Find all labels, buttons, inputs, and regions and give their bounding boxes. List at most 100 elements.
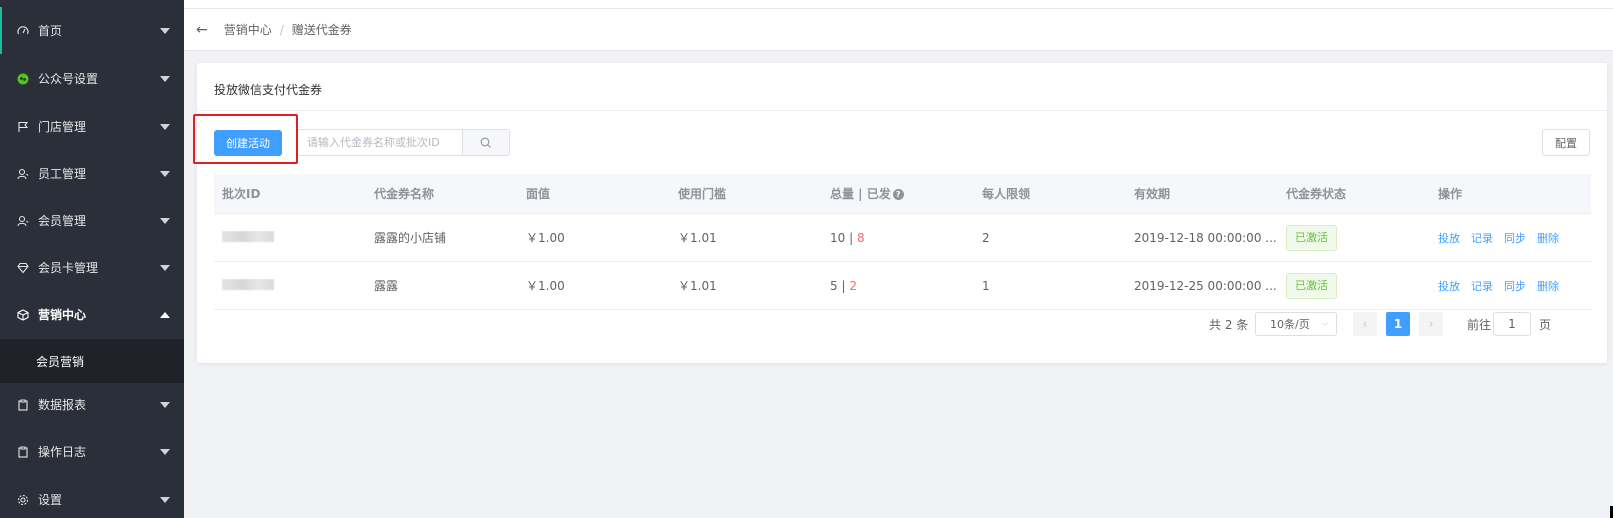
sidebar-item-label: 数据报表 [38, 398, 87, 412]
search-input[interactable] [298, 130, 462, 155]
sidebar-item-member-card-management[interactable]: 会员卡管理 [0, 244, 184, 291]
dashboard-icon [16, 24, 30, 38]
voucher-name: 露露 [374, 279, 399, 293]
user-icon [16, 214, 30, 228]
page-size-select[interactable]: 10条/页 ⌵ [1255, 312, 1337, 336]
deliver-link[interactable]: 投放 [1438, 280, 1460, 293]
clipboard-icon [16, 445, 30, 459]
sidebar-item-wechat-settings[interactable]: 公众号设置 [0, 55, 184, 102]
sync-link[interactable]: 同步 [1504, 280, 1526, 293]
batch-id-redacted [214, 278, 366, 293]
sidebar-item-member-management[interactable]: 会员管理 [0, 197, 184, 244]
user-icon [16, 167, 30, 181]
clipboard-icon [16, 398, 30, 412]
divider [197, 110, 1607, 111]
total-count: 10 [830, 230, 846, 245]
face-value: ￥1.00 [526, 231, 565, 245]
sidebar-item-store-management[interactable]: 门店管理 [0, 103, 184, 150]
sidebar-item-label: 会员管理 [38, 214, 87, 228]
breadcrumb-separator: / [279, 22, 284, 37]
search-button[interactable] [462, 130, 509, 155]
chevron-down-icon: ⌵ [1321, 319, 1328, 329]
record-link[interactable]: 记录 [1471, 232, 1493, 245]
header-per-person-limit: 每人限领 [982, 187, 1031, 201]
goto-page-input[interactable]: 1 [1493, 312, 1531, 336]
deliver-link[interactable]: 投放 [1438, 232, 1460, 245]
card-title: 投放微信支付代金券 [214, 83, 323, 97]
search-box [297, 129, 510, 156]
sync-link[interactable]: 同步 [1504, 232, 1526, 245]
goto-label: 前往 [1467, 318, 1492, 332]
chevron-down-icon [160, 170, 170, 177]
table-row: 露露 ￥1.00 ￥1.01 5 | 2 1 2019-12-25 00:00:… [214, 262, 1591, 310]
pagination-total: 共 2 条 [1209, 318, 1249, 332]
record-link[interactable]: 记录 [1471, 280, 1493, 293]
header-validity: 有效期 [1134, 187, 1171, 201]
page-number-current[interactable]: 1 [1386, 312, 1410, 336]
sidebar-item-label: 员工管理 [38, 167, 87, 181]
threshold: ￥1.01 [678, 231, 717, 245]
header-threshold: 使用门槛 [678, 187, 727, 201]
header-actions: 操作 [1438, 187, 1463, 201]
prev-page-button[interactable]: ‹ [1353, 312, 1377, 336]
diamond-icon [16, 261, 30, 275]
config-button[interactable]: 配置 [1542, 129, 1590, 156]
total-issued: 5 | 2 [822, 279, 974, 293]
validity-period: 2019-12-18 00:00:00 ... [1134, 230, 1277, 245]
total-issued-separator: | [837, 278, 850, 293]
page-size-value: 10条/页 [1270, 318, 1310, 331]
chevron-down-icon [160, 217, 170, 224]
chevron-up-icon [160, 311, 170, 318]
sidebar-item-operation-logs[interactable]: 操作日志 [0, 428, 184, 475]
chevron-down-icon [160, 264, 170, 271]
actions-cell: 投放 记录 同步 删除 [1430, 278, 1591, 294]
sidebar: 首页 公众号设置 门店管理 员工管理 会员管理 会员卡管理 营销中心 会员营销 … [0, 0, 184, 518]
sidebar-item-home[interactable]: 首页 [0, 7, 184, 54]
wechat-icon [16, 72, 30, 86]
pagination: 共 2 条 10条/页 ⌵ ‹ 1 › 前往 1 页 [197, 312, 1607, 336]
back-arrow-icon[interactable]: ← [196, 22, 208, 38]
batch-id-redacted [214, 230, 366, 245]
sidebar-item-data-reports[interactable]: 数据报表 [0, 381, 184, 428]
delete-link[interactable]: 删除 [1537, 280, 1559, 293]
breadcrumb-parent[interactable]: 营销中心 [224, 21, 272, 38]
breadcrumb-current: 赠送代金券 [291, 23, 352, 37]
chevron-down-icon [160, 496, 170, 503]
chevron-down-icon [160, 448, 170, 455]
flag-icon [16, 120, 30, 134]
validity-period: 2019-12-25 00:00:00 ... [1134, 278, 1277, 293]
table-row: 露露的小店铺 ￥1.00 ￥1.01 10 | 8 2 2019-12-18 0… [214, 214, 1591, 262]
chevron-down-icon [160, 75, 170, 82]
header-voucher-name: 代金券名称 [374, 187, 435, 201]
sidebar-subitem-member-marketing[interactable]: 会员营销 [0, 339, 184, 383]
sidebar-item-label: 首页 [38, 24, 63, 38]
highlight-annotation [193, 114, 298, 164]
status-badge: 已激活 [1286, 272, 1337, 299]
header-total-issued-label: 总量 | 已发 [830, 187, 891, 201]
sidebar-item-marketing-center[interactable]: 营销中心 [0, 291, 184, 338]
sidebar-item-label: 门店管理 [38, 120, 87, 134]
gear-icon [16, 493, 30, 507]
issued-count: 2 [849, 278, 857, 293]
question-icon[interactable]: ? [892, 189, 904, 200]
sidebar-item-settings[interactable]: 设置 [0, 476, 184, 518]
per-person-limit: 1 [982, 278, 990, 293]
breadcrumb: ← 营销中心 / 赠送代金券 [184, 9, 1613, 51]
next-page-button[interactable]: › [1419, 312, 1443, 336]
sidebar-item-label: 操作日志 [38, 445, 87, 459]
table-header: 批次ID 代金券名称 面值 使用门槛 总量 | 已发? 每人限领 有效期 代金券… [214, 174, 1591, 214]
delete-link[interactable]: 删除 [1537, 232, 1559, 245]
chevron-down-icon [160, 27, 170, 34]
header-face-value: 面值 [526, 187, 551, 201]
status-cell: 已激活 [1278, 272, 1430, 299]
sidebar-item-staff-management[interactable]: 员工管理 [0, 150, 184, 197]
voucher-card: 投放微信支付代金券 创建活动 配置 批次ID 代金券名称 面值 使用门槛 总量 … [197, 63, 1607, 363]
chevron-down-icon [160, 123, 170, 130]
status-cell: 已激活 [1278, 224, 1430, 251]
sidebar-subitem-label: 会员营销 [36, 354, 85, 369]
header-total-issued: 总量 | 已发? [822, 185, 974, 202]
voucher-name: 露露的小店铺 [374, 231, 447, 245]
chevron-left-icon: ‹ [1362, 317, 1368, 331]
top-header [184, 0, 1613, 9]
issued-count: 8 [856, 230, 865, 245]
